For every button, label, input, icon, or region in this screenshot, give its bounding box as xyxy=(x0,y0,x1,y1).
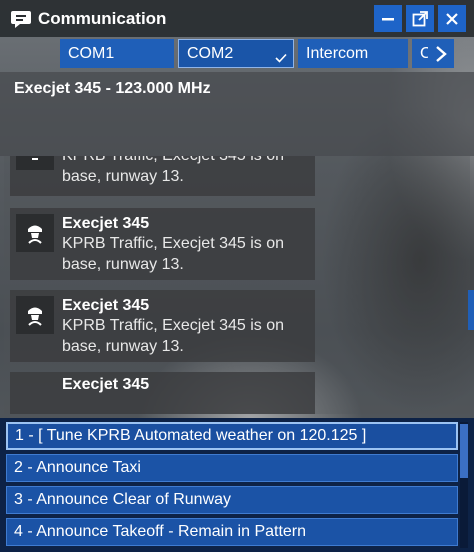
message-text: KPRB Traffic, Execjet 345 is on xyxy=(62,156,284,165)
pilot-icon xyxy=(16,296,54,334)
tabs-next-button[interactable] xyxy=(428,39,454,68)
response-label: 2 - Announce Taxi xyxy=(14,459,141,476)
response-option-4[interactable]: 4 - Announce Takeoff - Remain in Pattern xyxy=(6,518,458,546)
message-item: Execjet 345 xyxy=(10,372,315,414)
undock-icon xyxy=(412,10,428,26)
response-label: 3 - Announce Clear of Runway xyxy=(14,491,232,508)
communication-window: Communication COM1 COM2 Intercom C Execj… xyxy=(0,0,474,552)
message-text: KPRB Traffic, Execjet 345 is on xyxy=(62,235,285,252)
tab-intercom[interactable]: Intercom xyxy=(298,39,408,68)
tab-label: Intercom xyxy=(306,44,369,62)
chevron-right-icon xyxy=(436,45,447,62)
frequency-panel: Execjet 345 - 123.000 MHz xyxy=(0,72,474,156)
tab-com2[interactable]: COM2 xyxy=(178,39,294,68)
message-item: Execjet 345 KPRB Traffic, Execjet 345 is… xyxy=(10,290,315,362)
response-options: 1 - [ Tune KPRB Automated weather on 120… xyxy=(0,418,474,552)
response-label: 4 - Announce Takeoff - Remain in Pattern xyxy=(14,523,307,540)
message-item: KPRB Traffic, Execjet 345 is on base, ru… xyxy=(10,156,315,196)
pilot-icon xyxy=(16,156,54,170)
response-option-2[interactable]: 2 - Announce Taxi xyxy=(6,454,458,482)
minimize-button[interactable] xyxy=(374,5,402,32)
message-text: base, runway 13. xyxy=(62,338,184,355)
pilot-icon xyxy=(16,214,54,252)
title-bar[interactable]: Communication xyxy=(0,0,474,37)
response-option-3[interactable]: 3 - Announce Clear of Runway xyxy=(6,486,458,514)
message-sender: Execjet 345 xyxy=(62,376,150,393)
close-icon xyxy=(446,12,458,25)
response-scrollbar-thumb[interactable] xyxy=(460,424,468,478)
message-sender: Execjet 345 xyxy=(62,215,150,232)
tab-label: COM1 xyxy=(68,44,115,62)
message-scrollbar[interactable] xyxy=(468,290,474,330)
message-text: base, runway 13. xyxy=(62,168,184,185)
message-list[interactable]: KPRB Traffic, Execjet 345 is on base, ru… xyxy=(4,156,470,414)
tab-com1[interactable]: COM1 xyxy=(60,39,174,68)
close-button[interactable] xyxy=(438,5,466,32)
message-sender: Execjet 345 xyxy=(62,297,150,314)
message-text: base, runway 13. xyxy=(62,256,184,273)
minimize-icon xyxy=(382,17,394,20)
com-tabs: COM1 COM2 Intercom C xyxy=(60,39,474,68)
comms-bubble-icon xyxy=(11,10,31,28)
window-controls xyxy=(374,5,466,32)
tab-label: COM2 xyxy=(187,44,234,62)
message-text: KPRB Traffic, Execjet 345 is on xyxy=(62,317,285,334)
response-label: 1 - [ Tune KPRB Automated weather on 120… xyxy=(15,427,367,444)
frequency-label: Execjet 345 - 123.000 MHz xyxy=(14,80,211,97)
response-option-1[interactable]: 1 - [ Tune KPRB Automated weather on 120… xyxy=(6,422,458,450)
window-title: Communication xyxy=(38,8,167,28)
message-item: Execjet 345 KPRB Traffic, Execjet 345 is… xyxy=(10,208,315,280)
check-icon xyxy=(275,53,287,63)
undock-button[interactable] xyxy=(406,5,434,32)
